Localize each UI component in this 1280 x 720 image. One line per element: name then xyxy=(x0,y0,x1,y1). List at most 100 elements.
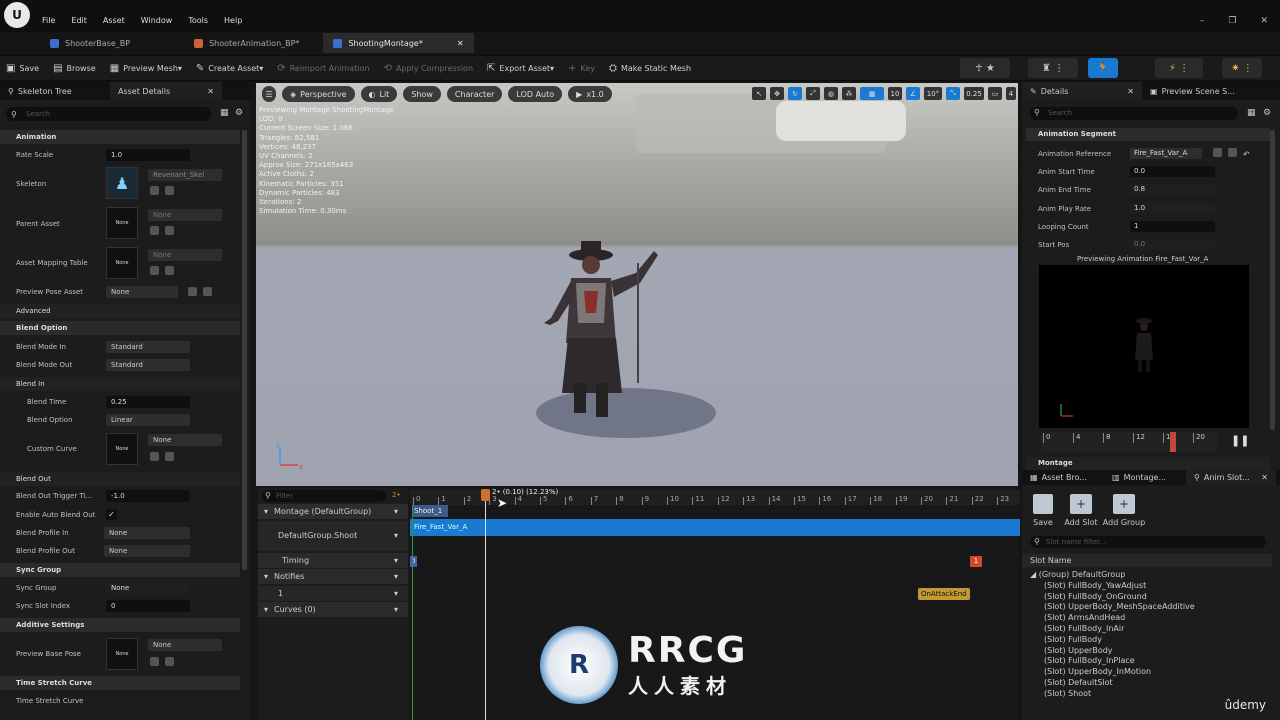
close-tab-icon[interactable]: ✕ xyxy=(457,39,464,48)
asset-mapping-dropdown[interactable]: None xyxy=(148,249,222,261)
slot-item[interactable]: (Slot) DefaultSlot xyxy=(1030,678,1195,689)
tab-shooteranimation-bp[interactable]: ShooterAnimation_BP* xyxy=(184,33,309,53)
timing-row[interactable]: Timing ▾ xyxy=(258,553,408,568)
details-search-input[interactable]: Search xyxy=(6,107,211,121)
slot-item[interactable]: (Slot) UpperBody xyxy=(1030,646,1195,657)
notifies-row[interactable]: ▾ Notifies ▾ xyxy=(258,569,408,584)
preview-mesh-button[interactable]: ▦ Preview Mesh ▾ xyxy=(110,55,182,81)
parent-asset-dropdown[interactable]: None xyxy=(148,209,222,221)
dropdown-arrow-icon[interactable]: ▾ xyxy=(394,504,398,519)
close-tab-icon[interactable]: ✕ xyxy=(1261,473,1268,482)
pause-icon[interactable]: ❚❚ xyxy=(1231,434,1249,450)
close-tab-icon[interactable]: ✕ xyxy=(207,87,214,96)
unreal-logo-icon[interactable]: U xyxy=(4,2,30,28)
custom-curve-dropdown[interactable]: None xyxy=(148,434,222,446)
playhead[interactable] xyxy=(485,490,486,720)
menu-asset[interactable]: Asset xyxy=(103,16,125,25)
tab-anim-slot-manager[interactable]: ⚲ Anim Slot... ✕ xyxy=(1186,470,1276,485)
section-blend-in[interactable]: Blend In xyxy=(0,377,240,391)
dropdown-arrow-icon[interactable]: ▾ xyxy=(394,586,398,601)
blend-time-input[interactable]: 0.25 xyxy=(106,396,190,408)
anim-start-time-input[interactable]: 0.0 xyxy=(1130,166,1215,177)
apply-compression-button[interactable]: ⟲ Apply Compression xyxy=(384,55,473,81)
section-advanced[interactable]: Advanced xyxy=(0,304,240,318)
export-asset-button[interactable]: ⇱ Export Asset ▾ xyxy=(487,55,554,81)
surface-snap-icon[interactable]: ⁂ xyxy=(842,87,856,100)
start-pos-input[interactable]: 0.0 xyxy=(1130,239,1215,250)
tab-asset-browser[interactable]: ▦ Asset Bro... xyxy=(1022,470,1104,485)
browse-to-asset-icon[interactable] xyxy=(150,266,159,275)
perspective-button[interactable]: ◈ Perspective xyxy=(282,86,355,102)
playhead-handle[interactable] xyxy=(481,489,490,501)
use-selected-icon[interactable] xyxy=(203,287,212,296)
tab-asset-details[interactable]: Asset Details ✕ xyxy=(110,82,222,100)
animation-mode-button[interactable]: 🏃 xyxy=(1088,58,1118,78)
montage-row[interactable]: ▾ Montage (DefaultGroup) ▾ xyxy=(258,504,408,519)
left-panel-scrollbar[interactable] xyxy=(242,130,247,570)
create-asset-button[interactable]: ✎ Create Asset ▾ xyxy=(196,55,263,81)
blend-profile-in-dropdown[interactable]: None xyxy=(104,527,190,539)
slot-item[interactable]: (Slot) UpperBody_InMotion xyxy=(1030,667,1195,678)
show-button[interactable]: Show xyxy=(403,86,441,102)
menu-file[interactable]: File xyxy=(42,16,55,25)
right-search-input[interactable]: Search xyxy=(1030,107,1238,120)
animation-preview-viewport[interactable] xyxy=(1039,265,1249,428)
dropdown-arrow-icon[interactable]: ▾ xyxy=(394,602,398,617)
slot-row[interactable]: DefaultGroup.Shoot ▾ xyxy=(258,521,408,551)
skeleton-mode-button[interactable]: ☥ ★ xyxy=(960,58,1010,78)
timing-marker-end[interactable]: 1 xyxy=(970,556,982,567)
tab-shootingmontage[interactable]: ShootingMontage* ✕ xyxy=(323,33,474,53)
sync-group-input[interactable]: None xyxy=(106,582,190,594)
blend-option-dropdown[interactable]: Linear xyxy=(106,414,190,426)
slot-item[interactable]: (Slot) UpperBody_MeshSpaceAdditive xyxy=(1030,602,1195,613)
anim-segment-bar[interactable]: Fire_Fast_Var_A xyxy=(410,519,1020,536)
save-button[interactable]: ▣ Save xyxy=(6,55,39,81)
slot-item[interactable]: (Slot) FullBody_InPlace xyxy=(1030,656,1195,667)
use-selected-icon[interactable] xyxy=(165,186,174,195)
scale-snap-value[interactable]: 0.25 xyxy=(964,87,984,100)
expand-arrow-icon[interactable]: ◢ xyxy=(1030,570,1039,579)
menu-tools[interactable]: Tools xyxy=(188,16,208,25)
section-blend-out[interactable]: Blend Out xyxy=(0,472,240,486)
use-selected-icon[interactable] xyxy=(165,266,174,275)
rate-scale-input[interactable]: 1.0 xyxy=(106,149,190,161)
slot-item[interactable]: (Slot) Shoot xyxy=(1030,689,1195,700)
character-button[interactable]: Character xyxy=(446,86,503,102)
section-time-stretch-curve[interactable]: Time Stretch Curve xyxy=(0,676,240,690)
settings-gear-icon[interactable]: ⚙ xyxy=(235,108,243,118)
select-icon[interactable]: ↖ xyxy=(752,87,766,100)
right-panel-scrollbar[interactable] xyxy=(1270,130,1275,430)
notify-track-row[interactable]: 1 ▾ xyxy=(258,586,408,601)
lod-auto-button[interactable]: LOD Auto xyxy=(508,86,563,102)
hamburger-menu-icon[interactable]: ☰ xyxy=(262,86,276,102)
slot-item[interactable]: (Slot) FullBody_InAir xyxy=(1030,624,1195,635)
world-local-icon[interactable]: ◍ xyxy=(824,87,838,100)
minimize-icon[interactable]: – xyxy=(1200,16,1205,26)
translate-icon[interactable]: ✥ xyxy=(770,87,784,100)
key-button[interactable]: + Key xyxy=(568,55,595,81)
grid-snap-value[interactable]: 10 xyxy=(888,87,902,100)
scale-icon[interactable]: ⤢ xyxy=(806,87,820,100)
section-animation[interactable]: Animation xyxy=(0,130,240,144)
browse-to-asset-icon[interactable] xyxy=(150,452,159,461)
restore-icon[interactable]: ❐ xyxy=(1228,16,1236,26)
browse-to-asset-icon[interactable] xyxy=(150,657,159,666)
playback-speed-button[interactable]: ▶ x1.0 xyxy=(568,86,612,102)
anim-play-rate-input[interactable]: 1.0 xyxy=(1130,203,1215,214)
section-additive-settings[interactable]: Additive Settings xyxy=(0,618,240,632)
sync-slot-index-input[interactable]: 0 xyxy=(106,600,190,612)
rotate-icon[interactable]: ↻ xyxy=(788,87,802,100)
browse-button[interactable]: ▤ Browse xyxy=(53,55,96,81)
asset-mapping-thumbnail[interactable]: None xyxy=(106,247,138,279)
notify-on-attack-end[interactable]: OnAttackEnd xyxy=(918,588,970,600)
close-window-icon[interactable]: ✕ xyxy=(1260,16,1268,26)
animation-reference-dropdown[interactable]: Fire_Fast_Var_A xyxy=(1130,148,1202,159)
anim-end-time-input[interactable]: 0.8 xyxy=(1130,184,1215,195)
blend-profile-out-dropdown[interactable]: None xyxy=(104,545,190,557)
section-sync-group[interactable]: Sync Group xyxy=(0,563,240,577)
section-animation-segment[interactable]: Animation Segment xyxy=(1026,128,1270,141)
dropdown-arrow-icon[interactable]: ▾ xyxy=(394,521,398,551)
lit-button[interactable]: ◐ Lit xyxy=(360,86,398,102)
browse-to-asset-icon[interactable] xyxy=(150,226,159,235)
browse-to-asset-icon[interactable] xyxy=(188,287,197,296)
